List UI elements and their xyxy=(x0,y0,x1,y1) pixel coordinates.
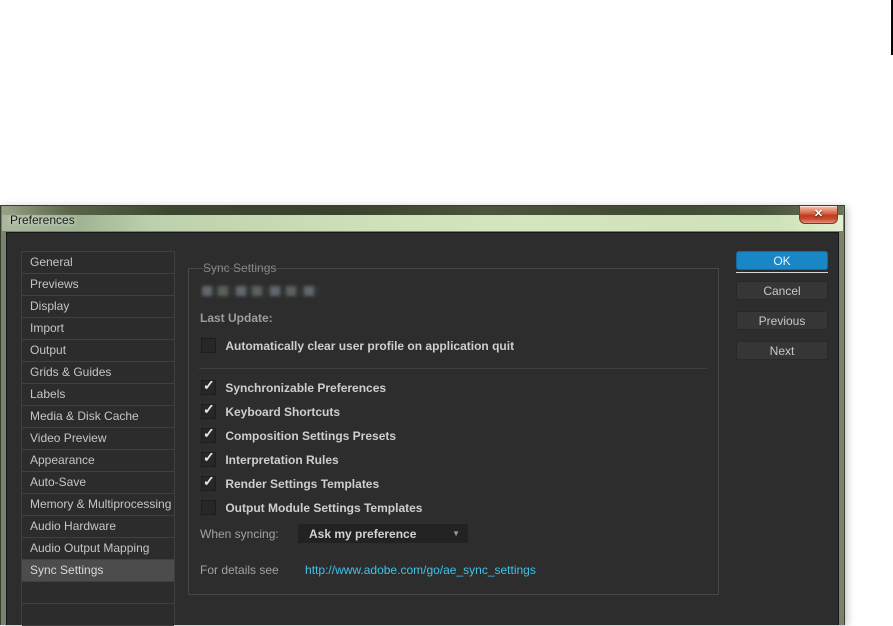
sync-item-interpretation-rules[interactable]: ✓ Interpretation Rules xyxy=(201,449,339,468)
checkbox-icon[interactable]: ✓ xyxy=(201,449,216,468)
sync-item-keyboard-shortcuts[interactable]: ✓ Keyboard Shortcuts xyxy=(201,401,340,420)
sidebar-item-audio-hardware[interactable]: Audio Hardware xyxy=(22,516,174,538)
clear-profile-checkbox-row[interactable]: Automatically clear user profile on appl… xyxy=(201,338,514,354)
sidebar-item-media-disk-cache[interactable]: Media & Disk Cache xyxy=(22,406,174,428)
checkbox-icon[interactable]: ✓ xyxy=(201,377,216,396)
sidebar-item-import[interactable]: Import xyxy=(22,318,174,340)
sidebar-item-sync-settings[interactable]: Sync Settings xyxy=(22,560,174,582)
checkbox-icon[interactable] xyxy=(201,338,216,354)
next-button[interactable]: Next xyxy=(736,341,828,360)
checkbox-icon[interactable]: ✓ xyxy=(201,425,216,444)
check-icon: ✓ xyxy=(203,425,215,442)
checkbox-icon[interactable]: ✓ xyxy=(201,401,216,420)
sidebar-item-video-preview[interactable]: Video Preview xyxy=(22,428,174,450)
ok-focus-underline xyxy=(736,272,828,273)
sync-settings-group: Sync Settings Last Update: Automatically… xyxy=(188,261,719,595)
clear-profile-label: Automatically clear user profile on appl… xyxy=(225,338,515,353)
when-syncing-row: When syncing: Ask my preference ▼ xyxy=(200,524,468,546)
checkbox-icon[interactable] xyxy=(201,500,216,516)
sidebar-item-auto-save[interactable]: Auto-Save xyxy=(22,472,174,494)
sidebar-item-memory-multiprocessing[interactable]: Memory & Multiprocessing xyxy=(22,494,174,516)
check-icon: ✓ xyxy=(203,449,215,466)
sidebar-empty-row xyxy=(22,582,174,604)
group-title: Sync Settings xyxy=(203,261,277,275)
sync-item-output-module-settings-templates[interactable]: Output Module Settings Templates xyxy=(201,500,422,516)
check-icon: ✓ xyxy=(203,473,215,490)
sidebar-item-output[interactable]: Output xyxy=(22,340,174,362)
window-title: Preferences xyxy=(10,213,75,227)
sync-item-composition-settings-presets[interactable]: ✓ Composition Settings Presets xyxy=(201,425,396,444)
close-icon: ✕ xyxy=(813,208,824,220)
sidebar-item-display[interactable]: Display xyxy=(22,296,174,318)
dialog-content: General Previews Display Import Output G… xyxy=(6,232,839,626)
preferences-dialog: Preferences ✕ General Previews Display I… xyxy=(0,205,845,626)
category-list: General Previews Display Import Output G… xyxy=(21,251,175,626)
chevron-down-icon: ▼ xyxy=(452,529,460,538)
when-syncing-value: Ask my preference xyxy=(309,527,417,541)
sync-item-render-settings-templates[interactable]: ✓ Render Settings Templates xyxy=(201,473,379,492)
details-row: For details see http://www.adobe.com/go/… xyxy=(200,563,536,577)
details-label: For details see xyxy=(200,563,279,577)
close-button[interactable]: ✕ xyxy=(799,206,838,224)
sync-item-synchronizable-preferences[interactable]: ✓ Synchronizable Preferences xyxy=(201,377,386,396)
sidebar-item-audio-output-mapping[interactable]: Audio Output Mapping xyxy=(22,538,174,560)
sidebar-item-appearance[interactable]: Appearance xyxy=(22,450,174,472)
check-icon: ✓ xyxy=(203,377,215,394)
when-syncing-dropdown[interactable]: Ask my preference ▼ xyxy=(298,524,468,543)
when-syncing-label: When syncing: xyxy=(200,527,279,541)
last-update-label: Last Update: xyxy=(200,311,273,325)
divider xyxy=(199,368,707,369)
check-icon: ✓ xyxy=(203,401,215,418)
sidebar-item-general[interactable]: General xyxy=(22,252,174,274)
sync-settings-help-link[interactable]: http://www.adobe.com/go/ae_sync_settings xyxy=(305,563,536,577)
cancel-button[interactable]: Cancel xyxy=(736,281,828,300)
previous-button[interactable]: Previous xyxy=(736,311,828,330)
sidebar-empty-row xyxy=(22,604,174,626)
sidebar-item-previews[interactable]: Previews xyxy=(22,274,174,296)
ok-button[interactable]: OK xyxy=(736,251,828,270)
checkbox-icon[interactable]: ✓ xyxy=(201,473,216,492)
titlebar[interactable]: Preferences ✕ xyxy=(2,206,843,231)
signed-in-account-redacted-text xyxy=(202,286,320,296)
sidebar-item-grids-guides[interactable]: Grids & Guides xyxy=(22,362,174,384)
sidebar-item-labels[interactable]: Labels xyxy=(22,384,174,406)
